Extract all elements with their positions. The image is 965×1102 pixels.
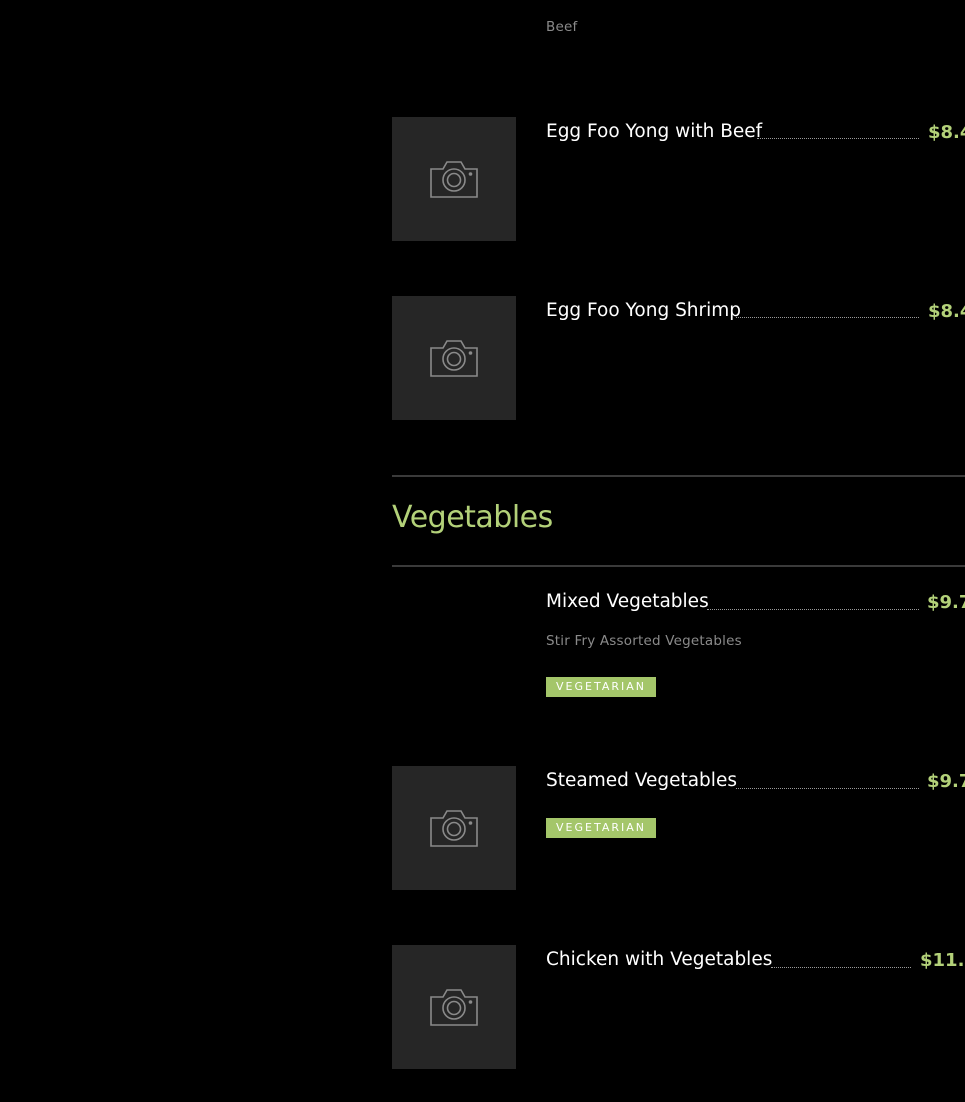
camera-icon xyxy=(430,810,478,847)
section-title: Vegetables xyxy=(392,500,553,535)
item-image-placeholder[interactable] xyxy=(392,117,516,241)
item-price: $8.4 xyxy=(928,301,965,322)
item-image-placeholder[interactable] xyxy=(392,766,516,890)
item-title[interactable]: Egg Foo Yong Shrimp xyxy=(546,301,741,321)
item-price: $9.75 xyxy=(927,592,965,613)
item-title[interactable]: Egg Foo Yong with Beef xyxy=(546,122,762,142)
item-title[interactable]: Steamed Vegetables xyxy=(546,771,737,791)
item-title[interactable]: Mixed Vegetables xyxy=(546,592,709,612)
camera-icon xyxy=(430,161,478,198)
item-description: Stir Fry Assorted Vegetables xyxy=(546,633,742,649)
item-title[interactable]: Chicken with Vegetables xyxy=(546,950,772,970)
price-leader xyxy=(757,138,919,139)
item-price: $11.50 xyxy=(920,950,965,971)
item-price: $9.75 xyxy=(927,771,965,792)
price-leader xyxy=(707,609,919,610)
vegetarian-badge: VEGETARIAN xyxy=(546,677,656,697)
price-leader xyxy=(736,317,919,318)
section-divider-bottom xyxy=(392,565,965,567)
item-description: Beef xyxy=(546,19,578,35)
price-leader xyxy=(771,967,911,968)
item-image-placeholder[interactable] xyxy=(392,296,516,420)
price-leader xyxy=(736,788,919,789)
camera-icon xyxy=(430,989,478,1026)
vegetarian-badge: VEGETARIAN xyxy=(546,818,656,838)
camera-icon xyxy=(430,340,478,377)
item-price: $8.4 xyxy=(928,122,965,143)
section-divider-top xyxy=(392,475,965,477)
item-image-placeholder[interactable] xyxy=(392,945,516,1069)
